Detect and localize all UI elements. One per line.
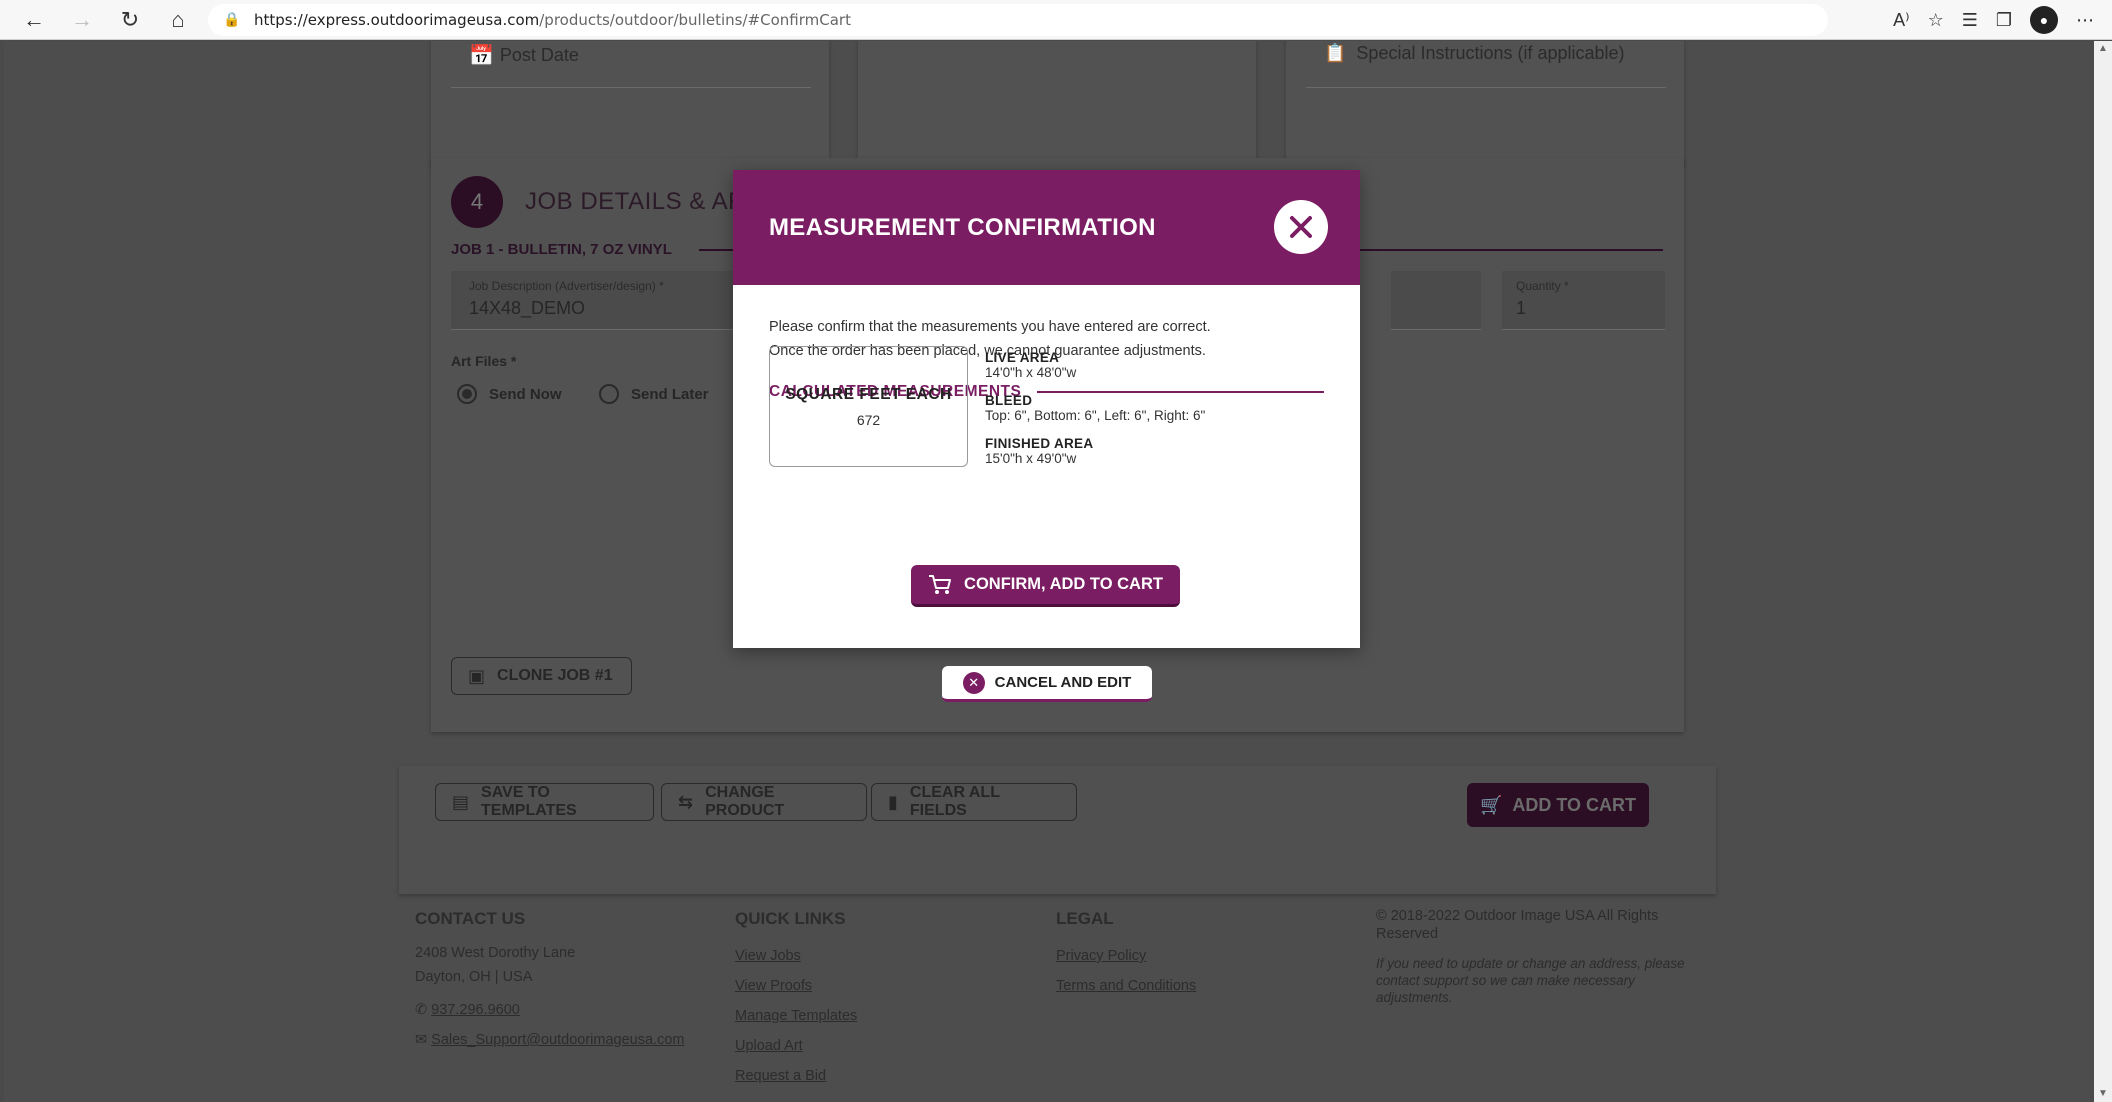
special-instructions-label[interactable]: Special Instructions (if applicable) xyxy=(1356,43,1624,64)
confirm-label: CONFIRM, ADD TO CART xyxy=(964,575,1163,593)
lock-icon: 🔒 xyxy=(223,12,241,28)
modal-title: MEASUREMENT CONFIRMATION xyxy=(769,213,1156,241)
sq-value: 672 xyxy=(856,411,881,428)
clone-job-label: CLONE JOB #1 xyxy=(497,667,613,684)
send-now-label[interactable]: Send Now xyxy=(489,386,562,403)
legal-title: LEGAL xyxy=(1056,909,1114,928)
privacy-policy-link[interactable]: Privacy Policy xyxy=(1056,941,1276,971)
view-jobs-link[interactable]: View Jobs xyxy=(735,941,955,971)
square-feet-box: SQUARE FEET EACH 672 xyxy=(769,346,968,467)
footer-copyright: © 2018-2022 Outdoor Image USA All Rights… xyxy=(1376,907,1706,1006)
confirm-add-to-cart-button[interactable]: CONFIRM, ADD TO CART xyxy=(911,565,1180,607)
browser-toolbar: ← → ↻ ⌂ 🔒 https://express.outdoorimageus… xyxy=(0,0,2112,40)
url-text: https://express.outdoorimageusa.com/prod… xyxy=(254,11,851,29)
address-line1: 2408 West Dorothy Lane xyxy=(415,945,576,961)
address-line2: Dayton, OH | USA xyxy=(415,969,533,985)
hidden-field[interactable] xyxy=(1391,271,1481,330)
clear-fields-button[interactable]: ▮ CLEAR ALL FIELDS xyxy=(871,783,1077,821)
special-instructions-card: 📋 Special Instructions (if applicable) xyxy=(1286,41,1684,166)
eraser-icon: ▮ xyxy=(888,791,898,812)
modal-header: MEASUREMENT CONFIRMATION xyxy=(733,170,1360,285)
footer-legal: LEGAL Privacy Policy Terms and Condition… xyxy=(1056,909,1276,1001)
finished-area-value: 15'0"h x 49'0"w xyxy=(985,451,1077,466)
change-product-label: CHANGE PRODUCT xyxy=(705,784,785,819)
save-templates-button[interactable]: ▤ SAVE TO TEMPLATES xyxy=(435,783,654,821)
save-templates-label: SAVE TO TEMPLATES xyxy=(481,784,577,819)
action-bar: ▤ SAVE TO TEMPLATES ⇆ CHANGE PRODUCT ▮ C… xyxy=(399,766,1716,894)
send-now-radio[interactable] xyxy=(457,384,477,404)
calendar-icon: 📅 xyxy=(469,45,494,67)
add-to-cart-button[interactable]: 🛒 ADD TO CART xyxy=(1467,783,1649,827)
home-icon[interactable]: ⌂ xyxy=(160,2,196,38)
profile-avatar[interactable]: ● xyxy=(2030,6,2058,34)
page-scrollbar[interactable]: ▲ ▼ xyxy=(2094,41,2112,1102)
middle-card xyxy=(858,41,1256,166)
request-bid-link[interactable]: Request a Bid xyxy=(735,1061,955,1091)
measurement-modal: MEASUREMENT CONFIRMATION Please confirm … xyxy=(733,170,1360,648)
email-link[interactable]: Sales_Support@outdoorimageusa.com xyxy=(431,1025,684,1055)
section-title: JOB DETAILS & AR xyxy=(525,188,746,215)
confirm-line1: Please confirm that the measurements you… xyxy=(769,319,1211,335)
clone-icon: ▣ xyxy=(468,665,486,686)
bleed-value: Top: 6", Bottom: 6", Left: 6", Right: 6" xyxy=(985,408,1206,423)
step-number: 4 xyxy=(451,176,503,228)
favorites-icon[interactable]: ☰ xyxy=(1962,10,1978,31)
read-aloud-icon[interactable]: A⁾ xyxy=(1893,10,1909,31)
bleed-label: BLEED xyxy=(985,393,1033,408)
add-favorite-icon[interactable]: ☆ xyxy=(1928,10,1944,31)
measurement-details: LIVE AREA 14'0"h x 48'0"w BLEED Top: 6",… xyxy=(985,350,1205,479)
job-description-label: Job Description (Advertiser/design) * xyxy=(469,279,664,293)
quantity-label: Quantity * xyxy=(1516,279,1569,293)
clear-fields-label: CLEAR ALL FIELDS xyxy=(909,784,1000,819)
quantity-field[interactable]: Quantity * 1 xyxy=(1502,271,1665,330)
collections-icon[interactable]: ❐ xyxy=(1996,10,2012,31)
copyright-text: © 2018-2022 Outdoor Image USA All Rights… xyxy=(1376,908,1659,942)
send-later-radio[interactable] xyxy=(599,384,619,404)
quantity-value: 1 xyxy=(1516,298,1527,318)
post-date-label[interactable]: Post Date xyxy=(500,45,579,66)
refresh-icon[interactable]: ↻ xyxy=(112,2,148,38)
job-label: JOB 1 - BULLETIN, 7 OZ VINYL xyxy=(451,241,672,258)
scroll-up-icon[interactable]: ▲ xyxy=(2094,41,2112,57)
close-icon xyxy=(1290,216,1312,238)
finished-area-label: FINISHED AREA xyxy=(985,436,1094,451)
scroll-down-icon[interactable]: ▼ xyxy=(2094,1086,2112,1102)
change-product-button[interactable]: ⇆ CHANGE PRODUCT xyxy=(661,783,867,821)
footer-contact: CONTACT US 2408 West Dorothy Lane Dayton… xyxy=(415,909,715,1055)
cancel-icon: ✕ xyxy=(962,671,985,694)
forward-icon[interactable]: → xyxy=(64,2,100,38)
add-to-cart-label: ADD TO CART xyxy=(1512,794,1637,815)
mail-icon: ✉ xyxy=(415,1032,428,1048)
phone-icon: ✆ xyxy=(415,1002,428,1018)
quick-links-title: QUICK LINKS xyxy=(735,909,846,928)
sq-label: SQUARE FEET EACH xyxy=(785,385,952,403)
template-icon: ▤ xyxy=(452,791,470,812)
back-icon[interactable]: ← xyxy=(16,2,52,38)
art-files-label: Art Files * xyxy=(451,353,517,369)
clone-job-button[interactable]: ▣ CLONE JOB #1 xyxy=(451,657,632,695)
phone-link[interactable]: 937.296.9600 xyxy=(431,995,520,1025)
contact-title: CONTACT US xyxy=(415,909,526,928)
manage-templates-link[interactable]: Manage Templates xyxy=(735,1001,955,1031)
swap-icon: ⇆ xyxy=(678,791,694,812)
address-note: If you need to update or change an addre… xyxy=(1376,956,1685,1005)
view-proofs-link[interactable]: View Proofs xyxy=(735,971,955,1001)
cart-icon xyxy=(929,574,952,594)
more-icon[interactable]: ⋯ xyxy=(2076,10,2094,31)
upload-art-link[interactable]: Upload Art xyxy=(735,1031,955,1061)
post-date-card: 📅 Post Date xyxy=(431,41,829,166)
footer-quick-links: QUICK LINKS View Jobs View Proofs Manage… xyxy=(735,909,955,1091)
close-button[interactable] xyxy=(1274,200,1328,254)
cancel-and-edit-button[interactable]: ✕ CANCEL AND EDIT xyxy=(942,666,1152,702)
cart-icon: 🛒 xyxy=(1479,794,1503,815)
address-bar[interactable]: 🔒 https://express.outdoorimageusa.com/pr… xyxy=(208,4,1828,36)
live-area-label: LIVE AREA xyxy=(985,350,1060,365)
job-description-value: 14X48_DEMO xyxy=(469,298,586,318)
clipboard-icon: 📋 xyxy=(1324,43,1347,63)
send-later-label[interactable]: Send Later xyxy=(631,386,709,403)
live-area-value: 14'0"h x 48'0"w xyxy=(985,365,1077,380)
terms-link[interactable]: Terms and Conditions xyxy=(1056,971,1276,1001)
cancel-label: CANCEL AND EDIT xyxy=(994,674,1132,691)
